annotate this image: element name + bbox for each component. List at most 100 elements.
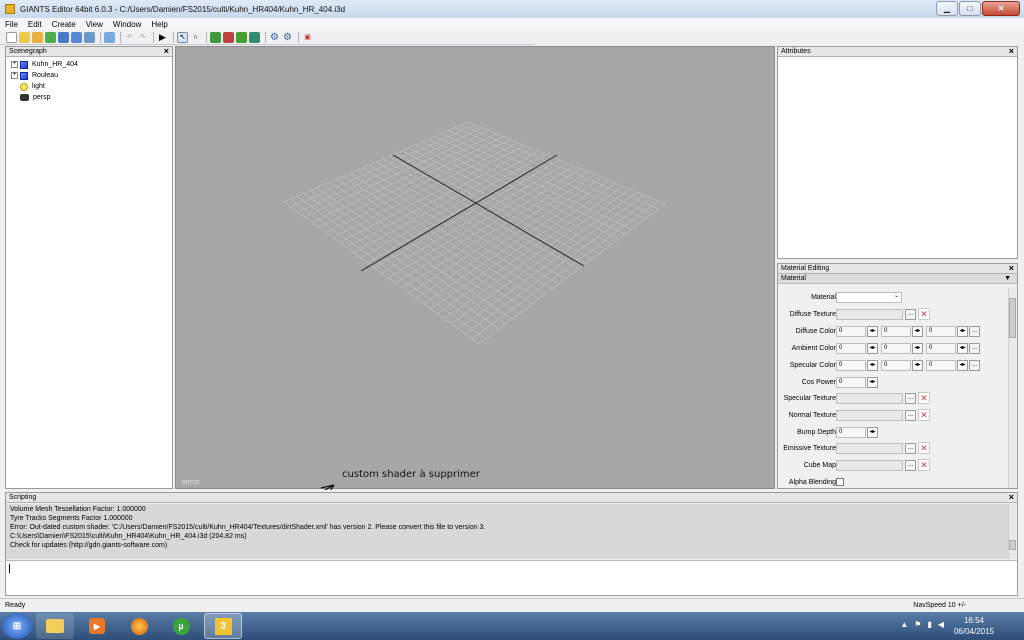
spinner-arrows-icon[interactable]: ◂▸ [867, 326, 878, 337]
tree-item-rouleau[interactable]: + Rouleau [11, 70, 172, 81]
clear-texture-icon[interactable]: ✕ [918, 442, 930, 454]
scrollbar-thumb[interactable] [1009, 540, 1016, 550]
numeric-input[interactable]: 0 [836, 360, 866, 371]
material-subheader[interactable]: Material ▼ [778, 274, 1017, 284]
numeric-input[interactable]: 0 [881, 360, 911, 371]
select-tool-icon[interactable]: ↖ [177, 31, 188, 43]
copy-icon[interactable] [104, 31, 115, 43]
volume-icon[interactable]: ◀ [938, 620, 944, 629]
3d-viewport[interactable]: persp custom shader à supprimer [175, 46, 775, 490]
numeric-input[interactable]: 0 [836, 377, 866, 388]
maximize-button[interactable]: □ [959, 1, 981, 16]
color-picker-button[interactable]: ... [969, 343, 980, 354]
refresh-icon[interactable] [45, 31, 56, 43]
export-icon[interactable] [84, 31, 95, 43]
tree-item-persp[interactable]: persp [11, 92, 172, 103]
close-window-button[interactable]: ✕ [982, 1, 1020, 16]
browse-button[interactable]: ... [905, 410, 916, 421]
spinner-arrows-icon[interactable]: ◂▸ [912, 360, 923, 371]
browse-button[interactable]: ... [905, 443, 916, 454]
browse-button[interactable]: ... [905, 460, 916, 471]
show-hidden-icon[interactable]: ▲ [900, 620, 908, 629]
magnet-icon[interactable]: ∩ [190, 32, 201, 43]
undo-icon[interactable]: ↶ [124, 32, 135, 43]
explorer-taskbar-icon[interactable] [36, 613, 74, 639]
clock[interactable]: 16:54 06/04/2015 [954, 615, 994, 637]
color-picker-button[interactable]: ... [969, 326, 980, 337]
script-input[interactable] [6, 560, 1017, 595]
spinner-arrows-icon[interactable]: ◂▸ [912, 326, 923, 337]
numeric-input[interactable]: 0 [926, 360, 956, 371]
utorrent-taskbar-icon[interactable]: µ [162, 613, 200, 639]
close-icon[interactable]: × [1009, 492, 1014, 502]
new-file-icon[interactable] [6, 31, 17, 43]
clear-texture-icon[interactable]: ✕ [918, 392, 930, 404]
paint-icon[interactable] [223, 31, 234, 43]
settings-icon[interactable]: ⚙ [269, 32, 280, 43]
save-icon[interactable] [58, 31, 69, 43]
numeric-input[interactable]: 0 [881, 326, 911, 337]
clear-texture-icon[interactable]: ✕ [918, 308, 930, 320]
spinner-arrows-icon[interactable]: ◂▸ [867, 377, 878, 388]
numeric-input[interactable]: 0 [836, 427, 866, 438]
tree-item-light[interactable]: light [11, 81, 172, 92]
terrain-icon[interactable] [210, 31, 221, 43]
place-object-icon[interactable] [249, 31, 260, 43]
scrollbar-thumb[interactable] [1009, 298, 1016, 338]
browse-button[interactable]: ... [905, 393, 916, 404]
spinner-arrows-icon[interactable]: ◂▸ [957, 326, 968, 337]
close-icon[interactable]: × [1009, 46, 1014, 56]
foliage-icon[interactable] [236, 31, 247, 43]
media-player-taskbar-icon[interactable]: ▶ [78, 613, 116, 639]
texture-path-field[interactable] [836, 443, 903, 454]
save-as-icon[interactable] [71, 31, 82, 43]
menu-file[interactable]: File [0, 20, 23, 29]
expand-icon[interactable]: + [11, 61, 18, 68]
spinner-arrows-icon[interactable]: ◂▸ [867, 427, 878, 438]
network-icon[interactable]: ▮ [927, 620, 931, 629]
clear-texture-icon[interactable]: ✕ [918, 459, 930, 471]
texture-path-field[interactable] [836, 460, 903, 471]
numeric-input[interactable]: 0 [926, 343, 956, 354]
numeric-input[interactable]: 0 [836, 326, 866, 337]
menu-view[interactable]: View [81, 20, 108, 29]
firefox-taskbar-icon[interactable] [120, 613, 158, 639]
texture-path-field[interactable] [836, 309, 903, 320]
record-icon[interactable]: ▣ [302, 32, 313, 43]
flag-icon[interactable]: ⚑ [914, 620, 921, 629]
settings-alt-icon[interactable]: ⚙ [282, 32, 293, 43]
close-icon[interactable]: × [1009, 264, 1014, 273]
close-icon[interactable]: × [164, 46, 169, 56]
material-dropdown[interactable]: ⌄ [836, 292, 902, 303]
tree-item-kuhn[interactable]: + Kuhn_HR_404 [11, 59, 172, 70]
menu-window[interactable]: Window [108, 20, 146, 29]
spinner-arrows-icon[interactable]: ◂▸ [867, 360, 878, 371]
play-icon[interactable]: ▶ [157, 32, 168, 43]
material-scrollbar[interactable] [1008, 288, 1016, 488]
spinner-arrows-icon[interactable]: ◂▸ [867, 343, 878, 354]
color-picker-button[interactable]: ... [969, 360, 980, 371]
script-scrollbar[interactable] [1008, 504, 1016, 559]
menu-help[interactable]: Help [146, 20, 172, 29]
browse-button[interactable]: ... [905, 309, 916, 320]
minimize-button[interactable]: ▁ [936, 1, 958, 16]
collapse-arrow-icon[interactable]: ▼ [1004, 274, 1011, 284]
texture-path-field[interactable] [836, 393, 903, 404]
open-folder-icon[interactable] [19, 31, 30, 43]
edit-icon[interactable] [32, 31, 43, 43]
numeric-input[interactable]: 0 [926, 326, 956, 337]
numeric-input[interactable]: 0 [881, 343, 911, 354]
clear-texture-icon[interactable]: ✕ [918, 409, 930, 421]
giants-editor-taskbar-icon[interactable]: 3 [204, 613, 242, 639]
alpha-blending-checkbox[interactable] [836, 478, 844, 486]
menu-edit[interactable]: Edit [23, 20, 47, 29]
redo-icon[interactable]: ↷ [137, 32, 148, 43]
expand-icon[interactable]: + [11, 72, 18, 79]
spinner-arrows-icon[interactable]: ◂▸ [912, 343, 923, 354]
numeric-input[interactable]: 0 [836, 343, 866, 354]
menu-create[interactable]: Create [47, 20, 81, 29]
spinner-arrows-icon[interactable]: ◂▸ [957, 360, 968, 371]
start-button[interactable]: ⊞ [2, 613, 32, 639]
spinner-arrows-icon[interactable]: ◂▸ [957, 343, 968, 354]
texture-path-field[interactable] [836, 410, 903, 421]
